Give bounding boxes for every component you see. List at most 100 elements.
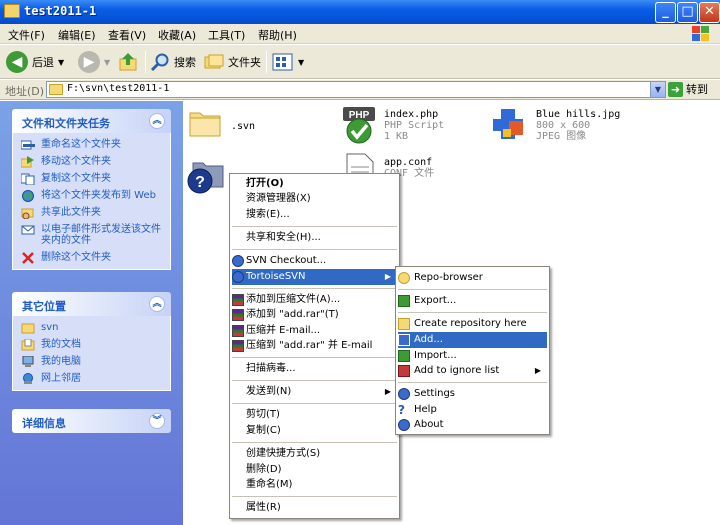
- menu-add[interactable]: Add...: [398, 332, 547, 348]
- task-email-folder[interactable]: 以电子邮件形式发送该文件夹内的文件: [21, 224, 166, 246]
- globe-icon: [22, 190, 34, 202]
- help-icon: ?: [398, 403, 405, 417]
- menu-favorites[interactable]: 收藏(A): [158, 27, 196, 43]
- menu-open[interactable]: 打开(O): [232, 176, 397, 192]
- minimize-button[interactable]: _: [655, 2, 676, 23]
- menu-create-repository[interactable]: Create repository here: [398, 316, 547, 332]
- menu-svn-checkout[interactable]: SVN Checkout...: [232, 253, 397, 269]
- place-my-computer[interactable]: 我的电脑: [21, 356, 166, 367]
- menu-help[interactable]: ? Help: [398, 402, 547, 418]
- file-name: index.php: [384, 109, 439, 120]
- collapse-chevron-icon[interactable]: ︽: [149, 113, 165, 129]
- task-label: 共享此文件夹: [41, 207, 101, 218]
- task-share-folder[interactable]: 共享此文件夹: [21, 207, 166, 219]
- menu-compress-rar-email[interactable]: 压缩到 "add.rar" 并 E-mail: [232, 338, 397, 354]
- back-button[interactable]: ◀ 后退 ▼: [6, 49, 64, 75]
- task-delete-folder[interactable]: 删除这个文件夹: [21, 252, 166, 264]
- address-input[interactable]: F:\svn\test2011-1 ▼: [46, 81, 666, 98]
- address-path: F:\svn\test2011-1: [67, 83, 170, 94]
- close-button[interactable]: ✕: [699, 2, 720, 23]
- task-publish-web[interactable]: 将这个文件夹发布到 Web: [21, 190, 166, 202]
- menu-label: Export...: [414, 295, 457, 306]
- task-move-folder[interactable]: 移动这个文件夹: [21, 156, 166, 168]
- menu-import[interactable]: Import...: [398, 348, 547, 364]
- menu-view[interactable]: 查看(V): [108, 27, 146, 43]
- menu-send-to[interactable]: 发送到(N) ▶: [232, 384, 397, 400]
- details-header[interactable]: 详细信息 ︾: [12, 409, 171, 433]
- up-folder-button[interactable]: [118, 49, 140, 75]
- menu-label: 打开(O): [246, 178, 284, 189]
- menu-label: TortoiseSVN: [246, 271, 306, 282]
- network-icon: [23, 373, 33, 384]
- file-tasks-header[interactable]: 文件和文件夹任务 ︽: [12, 109, 171, 133]
- menu-cut[interactable]: 剪切(T): [232, 407, 397, 423]
- other-places-panel: 其它位置 ︽ svn 我的文档 我的电脑 网上邻居: [12, 292, 171, 391]
- place-network[interactable]: 网上邻居: [21, 373, 166, 384]
- menu-settings[interactable]: Settings: [398, 386, 547, 402]
- rename-icon: [21, 140, 35, 150]
- file-tasks-body: 重命名这个文件夹 移动这个文件夹 复制这个文件夹 将这个文件夹发布到 Web 共…: [12, 133, 171, 270]
- menu-add-archive[interactable]: 添加到压缩文件(A)...: [232, 292, 397, 308]
- up-folder-icon: [119, 53, 137, 71]
- menu-add-to-ignore[interactable]: Add to ignore list ▶: [398, 363, 547, 379]
- file-item-add-folder[interactable]: ?: [185, 157, 227, 200]
- menu-label: 压缩并 E-mail...: [246, 325, 321, 336]
- task-rename-folder[interactable]: 重命名这个文件夹: [21, 139, 166, 150]
- other-places-header[interactable]: 其它位置 ︽: [12, 292, 171, 316]
- tortoisesvn-submenu: Repo-browser Export... Create repository…: [395, 266, 550, 435]
- file-item-blue-hills-jpg[interactable]: [489, 105, 529, 148]
- folders-button[interactable]: 文件夹: [204, 49, 261, 75]
- forward-button[interactable]: ▶ ▼: [78, 49, 110, 75]
- place-svn[interactable]: svn: [21, 322, 166, 334]
- go-button[interactable]: ➜ 转到: [668, 81, 708, 97]
- menu-rename[interactable]: 重命名(M): [232, 477, 397, 493]
- menu-compress-email[interactable]: 压缩并 E-mail...: [232, 323, 397, 339]
- winrar-icon: [232, 309, 244, 321]
- computer-icon: [22, 356, 34, 367]
- menu-tools[interactable]: 工具(T): [208, 27, 245, 43]
- share-icon: [21, 208, 34, 219]
- menu-create-shortcut[interactable]: 创建快捷方式(S): [232, 446, 397, 462]
- task-label: 以电子邮件形式发送该文件夹内的文件: [41, 224, 161, 246]
- file-type: JPEG 图像: [536, 131, 587, 142]
- file-info: Blue hills.jpg 800 x 600 JPEG 图像: [536, 109, 620, 142]
- collapse-chevron-icon[interactable]: ︽: [149, 296, 165, 312]
- maximize-button[interactable]: □: [677, 2, 698, 23]
- menu-delete[interactable]: 删除(D): [232, 462, 397, 478]
- file-item-svn-folder[interactable]: [187, 105, 223, 144]
- views-button[interactable]: ▼: [272, 49, 304, 75]
- menu-label: Add to ignore list: [414, 365, 500, 376]
- menu-repo-browser[interactable]: Repo-browser: [398, 270, 547, 286]
- menu-label: 重命名(M): [246, 479, 293, 490]
- menu-file[interactable]: 文件(F): [8, 27, 45, 43]
- expand-chevron-icon[interactable]: ︾: [149, 413, 165, 429]
- copy-icon: [21, 173, 35, 185]
- create-repo-icon: [398, 318, 410, 330]
- search-button[interactable]: 搜索: [150, 49, 196, 75]
- title-bar: test2011-1 _ □ ✕: [0, 0, 720, 24]
- svn-checkout-icon: [232, 255, 244, 267]
- file-type: PHP Script: [384, 120, 445, 131]
- menu-label: 剪切(T): [246, 409, 280, 420]
- task-copy-folder[interactable]: 复制这个文件夹: [21, 173, 166, 185]
- menu-add-rar[interactable]: 添加到 "add.rar"(T): [232, 307, 397, 323]
- menu-properties[interactable]: 属性(R): [232, 500, 397, 516]
- menu-search[interactable]: 搜索(E)...: [232, 207, 397, 223]
- menu-edit[interactable]: 编辑(E): [58, 27, 96, 43]
- place-my-documents[interactable]: 我的文档: [21, 339, 166, 351]
- menu-tortoisesvn[interactable]: TortoiseSVN ▶: [232, 269, 397, 285]
- menu-sharing-security[interactable]: 共享和安全(H)...: [232, 230, 397, 246]
- menu-explorer[interactable]: 资源管理器(X): [232, 191, 397, 207]
- address-dropdown-icon[interactable]: ▼: [650, 82, 665, 97]
- submenu-arrow-icon: ▶: [384, 272, 391, 281]
- menu-export[interactable]: Export...: [398, 293, 547, 309]
- file-item-index-php[interactable]: PHP: [339, 105, 379, 148]
- menu-help[interactable]: 帮助(H): [258, 27, 297, 43]
- menu-label: Repo-browser: [414, 272, 483, 283]
- menu-bar: 文件(F) 编辑(E) 查看(V) 收藏(A) 工具(T) 帮助(H): [0, 24, 720, 44]
- menu-copy[interactable]: 复制(C): [232, 423, 397, 439]
- menu-divider: [398, 289, 547, 290]
- file-name: Blue hills.jpg: [536, 109, 621, 120]
- menu-scan-virus[interactable]: 扫描病毒...: [232, 361, 397, 377]
- menu-about[interactable]: About: [398, 417, 547, 433]
